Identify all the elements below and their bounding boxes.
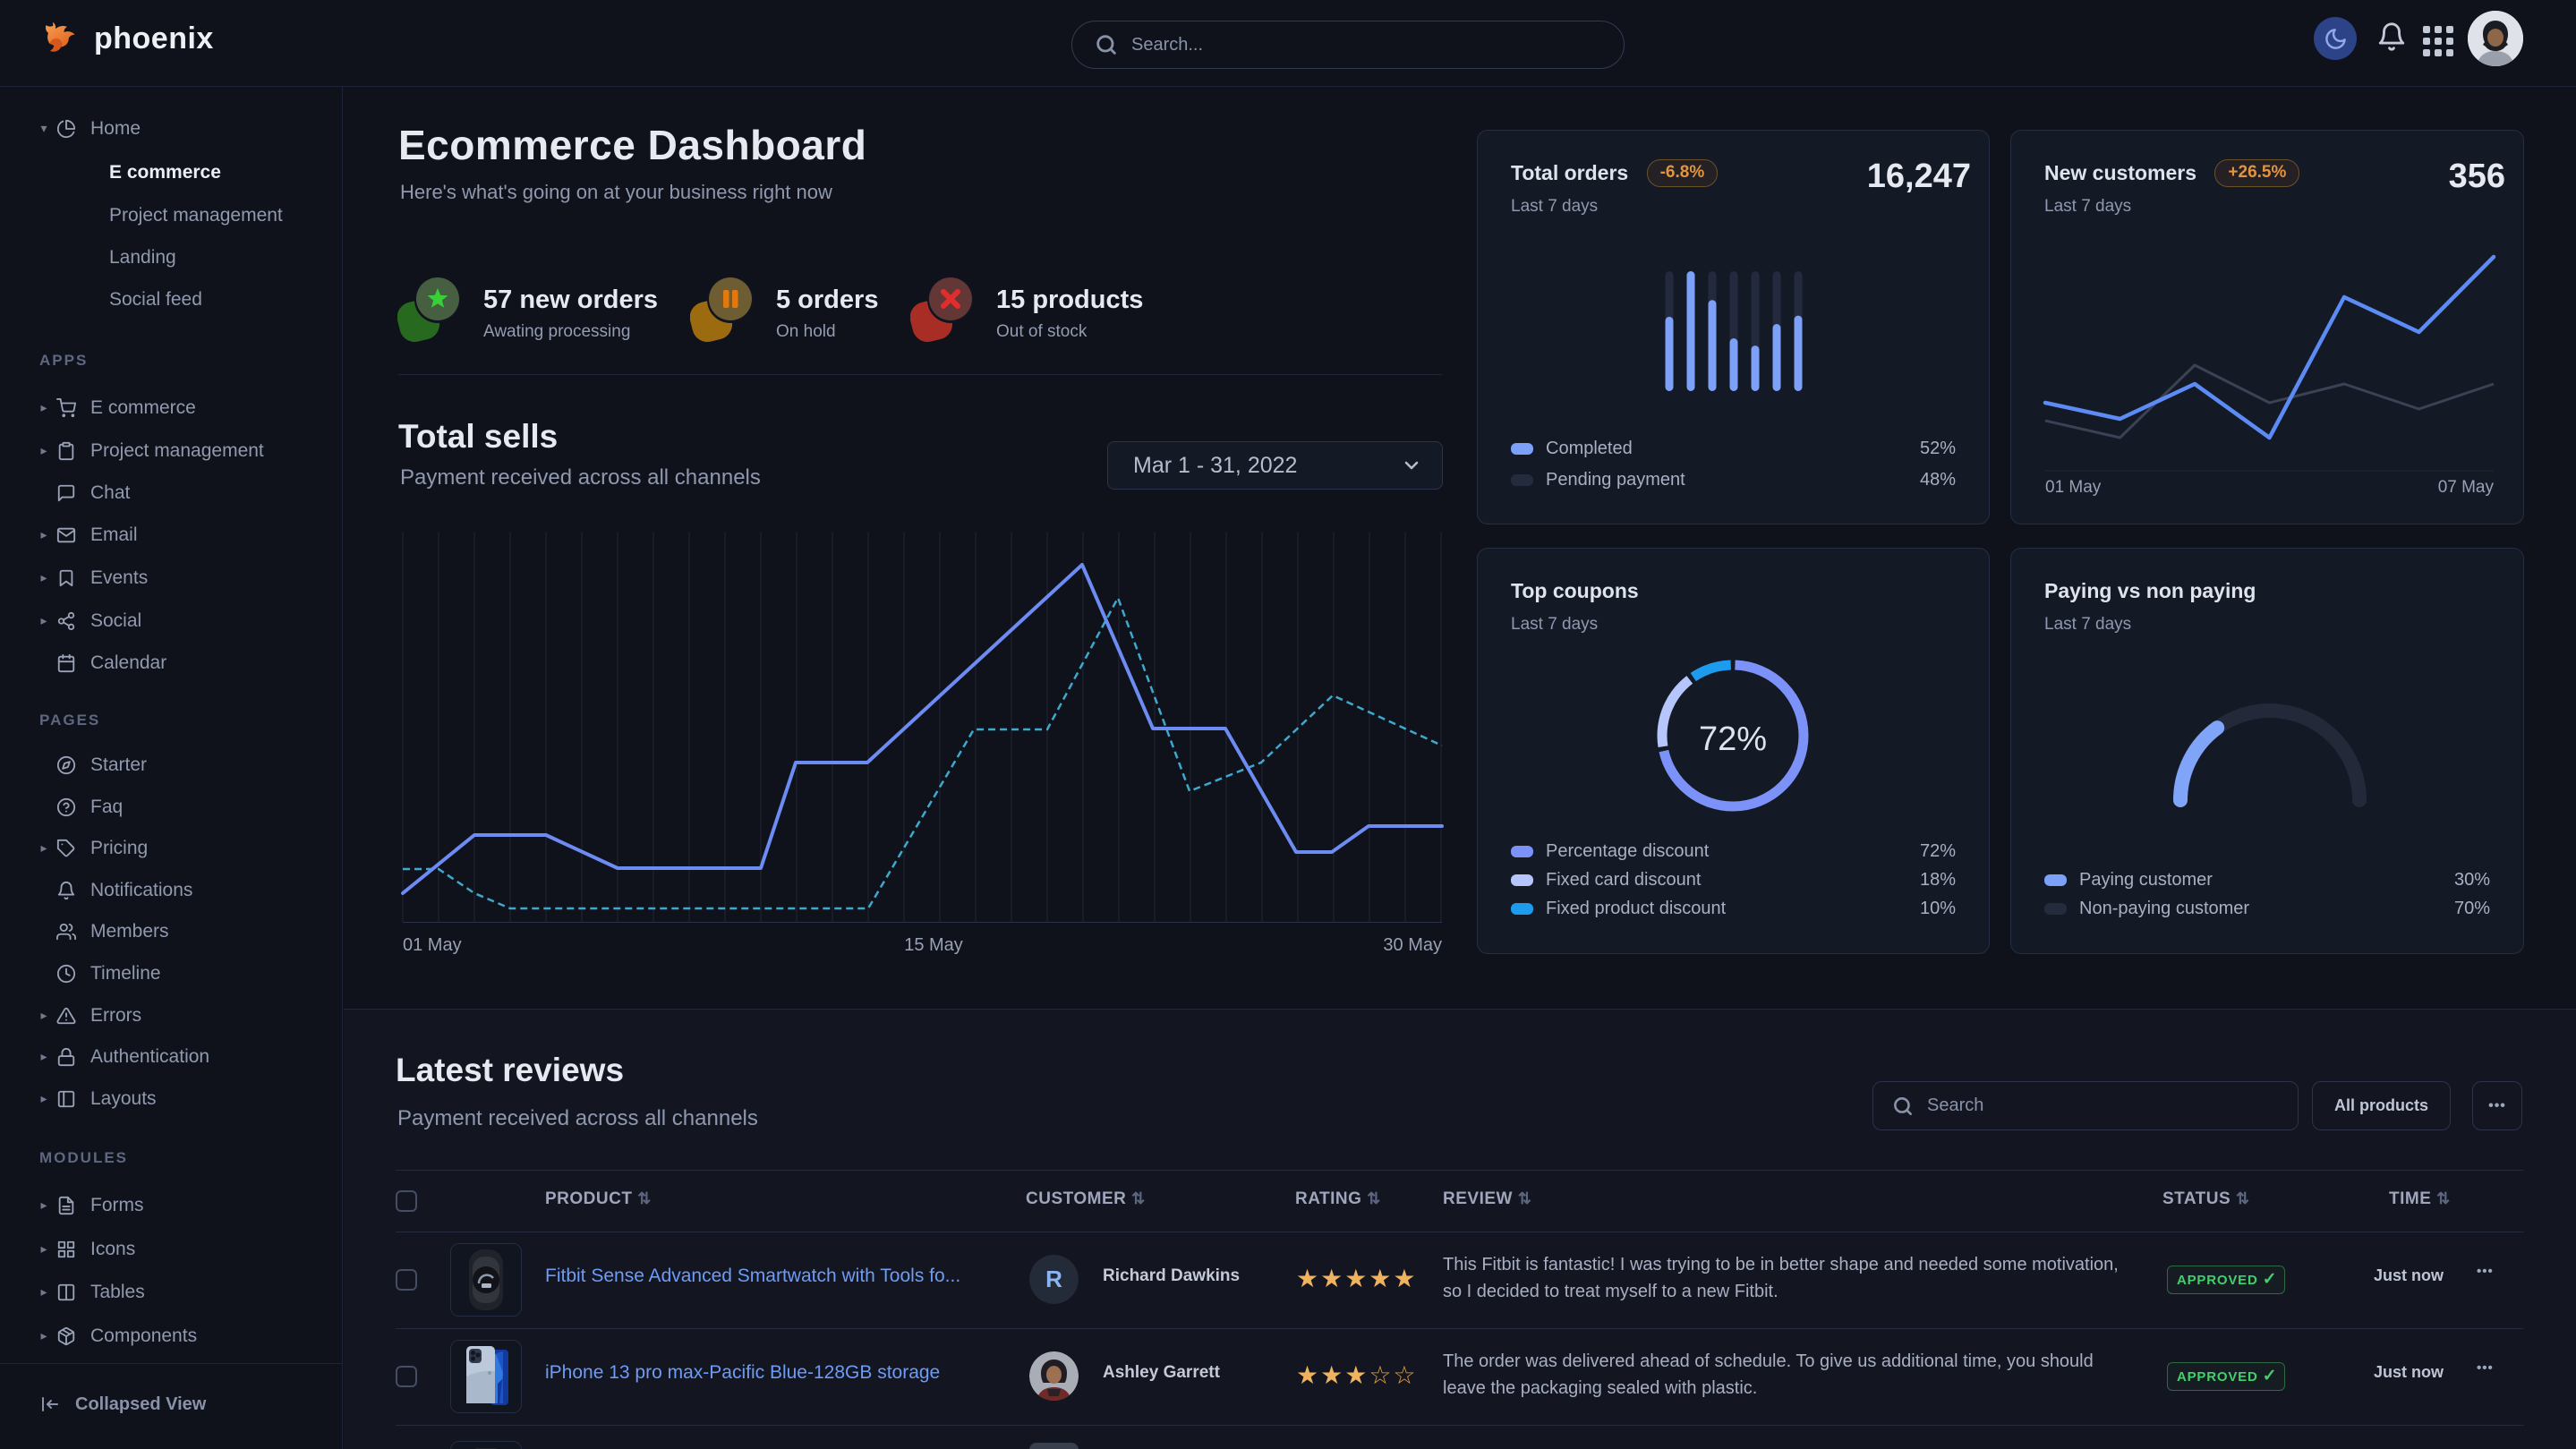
svg-text:01 May: 01 May: [403, 935, 462, 955]
svg-text:01 May: 01 May: [2045, 478, 2102, 497]
svg-text:30 May: 30 May: [1383, 935, 1442, 955]
svg-text:07 May: 07 May: [2438, 478, 2495, 497]
svg-text:72%: 72%: [1699, 720, 1767, 758]
svg-text:15 May: 15 May: [904, 935, 963, 955]
